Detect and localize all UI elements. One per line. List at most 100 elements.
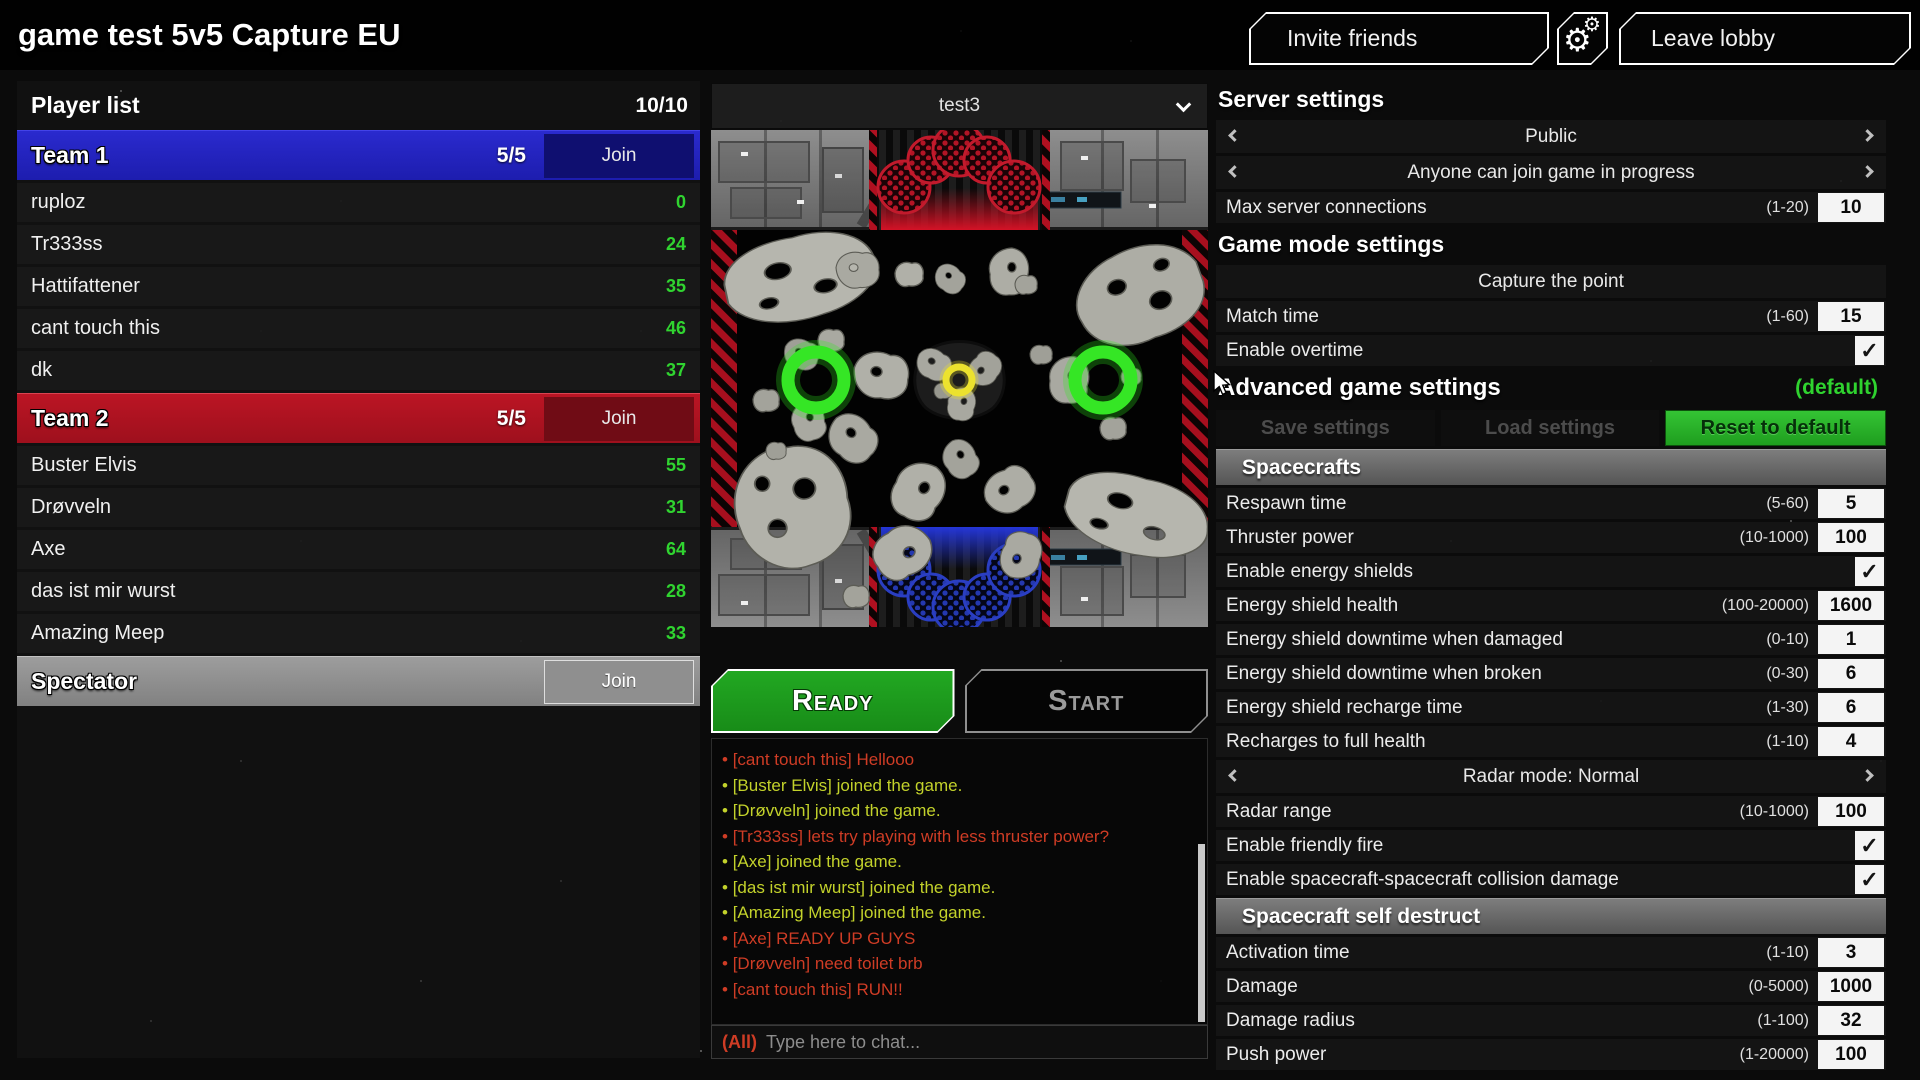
- start-button[interactable]: Start: [965, 669, 1209, 733]
- setting-range: (1-60): [1766, 308, 1809, 326]
- checkmark-icon: ✓: [1860, 869, 1878, 891]
- enable-shields-checkbox[interactable]: ✓: [1855, 557, 1884, 586]
- chevron-left-icon[interactable]: [1228, 165, 1241, 178]
- radar-range-row: Radar range (10-1000) 100: [1216, 796, 1886, 827]
- chat-message: [cant touch this] RUN!!: [722, 977, 1193, 1003]
- chevron-right-icon[interactable]: [1861, 129, 1874, 142]
- checkmark-icon: ✓: [1860, 340, 1878, 362]
- activation-time-value[interactable]: 3: [1818, 938, 1884, 967]
- setting-range: (1-30): [1766, 699, 1809, 717]
- enable-overtime-checkbox[interactable]: ✓: [1855, 336, 1884, 365]
- team1-slots: 5/5: [497, 144, 526, 168]
- player-name: Hattifattener: [31, 275, 140, 298]
- chat-log[interactable]: [cant touch this] Hellooo [Buster Elvis]…: [711, 738, 1208, 1025]
- setting-label: Thruster power: [1226, 527, 1354, 549]
- shield-recharge-value[interactable]: 6: [1818, 693, 1884, 722]
- chevron-right-icon[interactable]: [1861, 165, 1874, 178]
- player-name: Tr333ss: [31, 233, 103, 256]
- thruster-power-value[interactable]: 100: [1818, 523, 1884, 552]
- radar-mode-selector[interactable]: Radar mode: Normal: [1216, 760, 1886, 793]
- respawn-time-value[interactable]: 5: [1818, 489, 1884, 518]
- player-score: 28: [666, 581, 686, 602]
- shield-health-value[interactable]: 1600: [1818, 591, 1884, 620]
- push-power-value[interactable]: 100: [1818, 1040, 1884, 1069]
- setting-label: Push power: [1226, 1044, 1326, 1066]
- player-row: Amazing Meep 33: [17, 614, 700, 653]
- thruster-power-row: Thruster power (10-1000) 100: [1216, 522, 1886, 553]
- setting-range: (10-1000): [1740, 529, 1809, 547]
- join-policy-selector[interactable]: Anyone can join game in progress: [1216, 156, 1886, 189]
- match-time-row: Match time (1-60) 15: [1216, 301, 1886, 332]
- match-time-value[interactable]: 15: [1818, 302, 1884, 331]
- reset-to-default-button[interactable]: Reset to default: [1665, 410, 1886, 446]
- settings-gear-button[interactable]: ⚙ ⚙: [1557, 12, 1608, 65]
- team2-join-button[interactable]: Join: [544, 397, 694, 441]
- server-visibility-value: Public: [1525, 126, 1577, 148]
- game-mode-selector[interactable]: Capture the point: [1216, 265, 1886, 298]
- chat-message: [Drøvveln] need toilet brb: [722, 951, 1193, 977]
- setting-label: Energy shield recharge time: [1226, 697, 1463, 719]
- player-name: ruploz: [31, 191, 85, 214]
- save-settings-button[interactable]: Save settings: [1216, 410, 1435, 446]
- spectator-row: Spectator Join: [17, 656, 700, 706]
- setting-label: Enable spacecraft-spacecraft collision d…: [1226, 869, 1619, 891]
- collision-damage-row: Enable spacecraft-spacecraft collision d…: [1216, 864, 1886, 895]
- damage-radius-value[interactable]: 32: [1818, 1006, 1884, 1035]
- setting-label: Energy shield downtime when damaged: [1226, 629, 1563, 651]
- chat-message: [Buster Elvis] joined the game.: [722, 773, 1193, 799]
- chat-input[interactable]: [766, 1032, 1197, 1053]
- player-row: ruploz 0: [17, 183, 700, 222]
- player-score: 55: [666, 455, 686, 476]
- recharge-full-value[interactable]: 4: [1818, 727, 1884, 756]
- setting-range: (10-1000): [1740, 803, 1809, 821]
- chat-message: [Axe] joined the game.: [722, 849, 1193, 875]
- collision-damage-checkbox[interactable]: ✓: [1855, 865, 1884, 894]
- activation-time-row: Activation time (1-10) 3: [1216, 937, 1886, 968]
- shield-downtime-damaged-row: Energy shield downtime when damaged (0-1…: [1216, 624, 1886, 655]
- radar-range-value[interactable]: 100: [1818, 797, 1884, 826]
- player-score: 31: [666, 497, 686, 518]
- setting-range: (0-5000): [1749, 978, 1809, 996]
- player-score: 24: [666, 234, 686, 255]
- default-badge: (default): [1795, 376, 1878, 400]
- damage-value[interactable]: 1000: [1818, 972, 1884, 1001]
- leave-lobby-button[interactable]: Leave lobby: [1619, 12, 1911, 65]
- player-score: 46: [666, 318, 686, 339]
- team1-join-button[interactable]: Join: [544, 134, 694, 178]
- shield-downtime-broken-value[interactable]: 6: [1818, 659, 1884, 688]
- shield-downtime-damaged-value[interactable]: 1: [1818, 625, 1884, 654]
- team1-row: Team 1 5/5 Join: [17, 130, 700, 180]
- setting-range: (5-60): [1766, 495, 1809, 513]
- player-score: 0: [676, 192, 686, 213]
- load-settings-button[interactable]: Load settings: [1441, 410, 1660, 446]
- chevron-down-icon: [1176, 97, 1192, 113]
- gear-icon: ⚙: [1583, 15, 1601, 35]
- settings-panel: Server settings Public Anyone can join g…: [1216, 81, 1886, 1073]
- max-connections-value[interactable]: 10: [1818, 193, 1884, 222]
- ready-button[interactable]: Ready: [711, 669, 955, 733]
- map-select-value: test3: [939, 95, 980, 117]
- friendly-fire-checkbox[interactable]: ✓: [1855, 831, 1884, 860]
- setting-label: Enable overtime: [1226, 340, 1363, 362]
- player-list-panel: Player list 10/10 Team 1 5/5 Join ruploz…: [17, 81, 700, 1058]
- server-visibility-selector[interactable]: Public: [1216, 120, 1886, 153]
- team1-join-label: Join: [602, 145, 637, 167]
- player-name: Buster Elvis: [31, 454, 137, 477]
- map-select-dropdown[interactable]: test3: [711, 83, 1208, 129]
- chevron-left-icon[interactable]: [1228, 129, 1241, 142]
- invite-friends-label: Invite friends: [1287, 25, 1417, 52]
- chevron-left-icon[interactable]: [1228, 769, 1241, 782]
- setting-range: (1-20): [1766, 199, 1809, 217]
- checkmark-icon: ✓: [1860, 561, 1878, 583]
- spectator-join-button[interactable]: Join: [544, 660, 694, 704]
- chat-scrollbar[interactable]: [1198, 844, 1205, 1022]
- player-name: Axe: [31, 538, 65, 561]
- setting-range: (1-20000): [1740, 1046, 1809, 1064]
- setting-range: (0-10): [1766, 631, 1809, 649]
- player-score: 37: [666, 360, 686, 381]
- spectator-label: Spectator: [31, 668, 137, 695]
- recharge-full-row: Recharges to full health (1-10) 4: [1216, 726, 1886, 757]
- setting-label: Activation time: [1226, 942, 1350, 964]
- chevron-right-icon[interactable]: [1861, 769, 1874, 782]
- invite-friends-button[interactable]: Invite friends: [1249, 12, 1549, 65]
